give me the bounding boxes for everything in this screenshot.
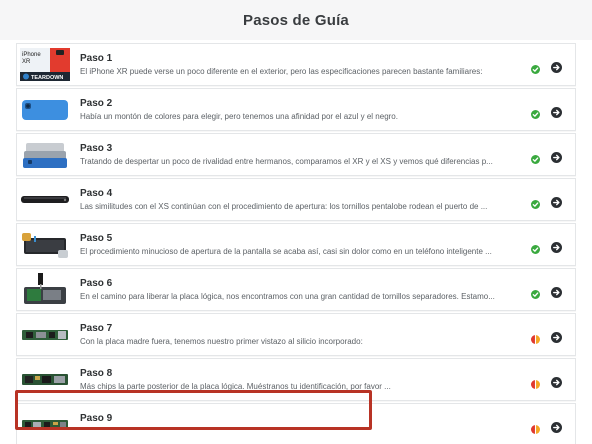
step-row-3[interactable]: Paso 3 Tratando de despertar un poco de r… [16,133,576,176]
step-description: Más chips la parte posterior de la placa… [80,382,391,391]
steps-list: iPhone XR TEARDOWN Paso 1 El iPhone XR pue… [16,43,576,444]
step-thumbnail [20,363,70,396]
thumb-text-iphone: iPhone [22,52,41,58]
step-thumbnail [20,273,70,306]
step-row-1[interactable]: iPhone XR TEARDOWN Paso 1 El iPhone XR pue… [16,43,576,86]
step-description: Tratando de despertar un poco de rivalid… [80,157,493,166]
step-thumbnail [20,93,70,126]
arrow-right-circle-icon[interactable] [551,285,562,298]
page-title: Pasos de Guía [243,12,349,29]
thumb-text-teardown: TEARDOWN [31,75,63,81]
step-title: Paso 5 [80,233,113,244]
half-circle-status-icon [531,331,540,344]
step-row-8[interactable]: Paso 8 Más chips la parte posterior de la… [16,358,576,401]
arrow-right-circle-icon[interactable] [551,60,562,73]
guide-steps-page: Pasos de Guía iPhone XR TEARDOWN Paso 1 El… [0,0,592,444]
step-row-7[interactable]: Paso 7 Con la placa madre fuera, tenemos … [16,313,576,356]
thumb-text-xr: XR [22,59,31,65]
step-row-5[interactable]: Paso 5 El procedimiento minucioso de aper… [16,223,576,266]
step-description: El procedimiento minucioso de apertura d… [80,247,492,256]
step-thumbnail [20,138,70,171]
step-title: Paso 1 [80,53,113,64]
check-circle-icon [531,151,540,164]
step-row-6[interactable]: Paso 6 En el camino para liberar la placa… [16,268,576,311]
step-description: Las similitudes con el XS continúan con … [80,202,488,211]
step-description: El iPhone XR puede verse un poco diferen… [80,67,483,76]
half-circle-status-icon [531,376,540,389]
step-description: Con la placa madre fuera, tenemos nuestr… [80,337,363,346]
arrow-right-circle-icon[interactable] [551,195,562,208]
arrow-right-circle-icon[interactable] [551,420,562,433]
step-title: Paso 7 [80,323,113,334]
check-circle-icon [531,196,540,209]
step-description: En el camino para liberar la placa lógic… [80,292,495,301]
arrow-right-circle-icon[interactable] [551,240,562,253]
step-description: Había un montón de colores para elegir, … [80,112,398,121]
step-row-9[interactable]: Paso 9 [16,403,576,444]
check-circle-icon [531,241,540,254]
step-thumbnail: iPhone XR TEARDOWN [20,48,70,81]
step-thumbnail [20,183,70,216]
check-circle-icon [531,106,540,119]
check-circle-icon [531,61,540,74]
half-circle-status-icon [531,421,540,434]
step-thumbnail [20,228,70,261]
step-title: Paso 4 [80,188,113,199]
check-circle-icon [531,286,540,299]
step-row-4[interactable]: Paso 4 Las similitudes con el XS continúa… [16,178,576,221]
step-title: Paso 3 [80,143,113,154]
arrow-right-circle-icon[interactable] [551,105,562,118]
step-title: Paso 6 [80,278,113,289]
arrow-right-circle-icon[interactable] [551,330,562,343]
step-title: Paso 2 [80,98,113,109]
step-thumbnail [20,408,70,441]
step-title: Paso 8 [80,368,113,379]
step-thumbnail [20,318,70,351]
step-row-2[interactable]: Paso 2 Había un montón de colores para el… [16,88,576,131]
arrow-right-circle-icon[interactable] [551,150,562,163]
step-title: Paso 9 [80,413,113,424]
arrow-right-circle-icon[interactable] [551,375,562,388]
